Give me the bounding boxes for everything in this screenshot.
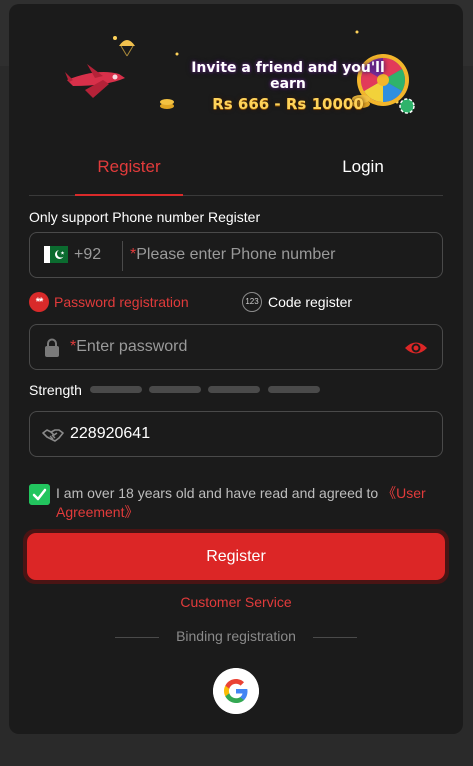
agreement-text: I am over 18 years old and have read and… [56, 484, 446, 522]
customer-service-link[interactable]: Customer Service [9, 594, 463, 610]
strength-bar [149, 386, 201, 393]
phone-placeholder-text: Please enter Phone number [136, 246, 336, 263]
password-placeholder[interactable]: *Enter password [70, 338, 187, 356]
strength-label: Strength [29, 382, 82, 398]
invite-code-field[interactable]: 228920641 [29, 411, 443, 457]
strength-bar [90, 386, 142, 393]
agreement-checkbox[interactable] [29, 484, 50, 505]
plane-icon [65, 64, 125, 98]
binding-registration-divider: Binding registration [9, 628, 463, 646]
agreement-statement: I am over 18 years old and have read and… [56, 485, 383, 501]
password-registration-label: Password registration [54, 294, 189, 310]
register-button[interactable]: Register [23, 529, 449, 584]
banner-headline: Invite a friend and you'll earn [191, 60, 385, 92]
country-code[interactable]: +92 [74, 246, 101, 264]
strength-bar [208, 386, 260, 393]
password-field[interactable]: *Enter password [29, 324, 443, 370]
register-button-label: Register [27, 533, 445, 580]
register-modal: Invite a friend and you'll earn Rs 666 -… [9, 4, 463, 734]
invite-code-value[interactable]: 228920641 [70, 425, 150, 443]
divider-line [313, 637, 357, 638]
pakistan-flag-icon[interactable] [44, 246, 68, 263]
password-placeholder-text: Enter password [76, 338, 188, 355]
auth-tabs: Register Login [29, 154, 443, 196]
field-divider [122, 241, 123, 271]
tab-login[interactable]: Login [303, 154, 423, 196]
google-icon[interactable] [213, 668, 259, 714]
eye-icon[interactable] [404, 339, 428, 357]
phone-placeholder[interactable]: *Please enter Phone number [130, 246, 335, 264]
handshake-icon [42, 429, 64, 442]
promo-banner: Invite a friend and you'll earn Rs 666 -… [57, 24, 429, 120]
password-mode-icon: ** [29, 292, 49, 312]
tab-register[interactable]: Register [75, 154, 183, 196]
phone-number-field[interactable]: +92 *Please enter Phone number [29, 232, 443, 278]
banner-text: Invite a friend and you'll earn Rs 666 -… [173, 60, 403, 113]
register-method-note: Only support Phone number Register [29, 209, 261, 225]
lock-icon [45, 338, 59, 357]
code-mode-icon: 123 [242, 292, 262, 312]
banner-reward-range: Rs 666 - Rs 10000 [212, 95, 364, 113]
strength-bar [268, 386, 320, 393]
code-register-label: Code register [268, 294, 353, 310]
binding-registration-label: Binding registration [176, 628, 296, 644]
